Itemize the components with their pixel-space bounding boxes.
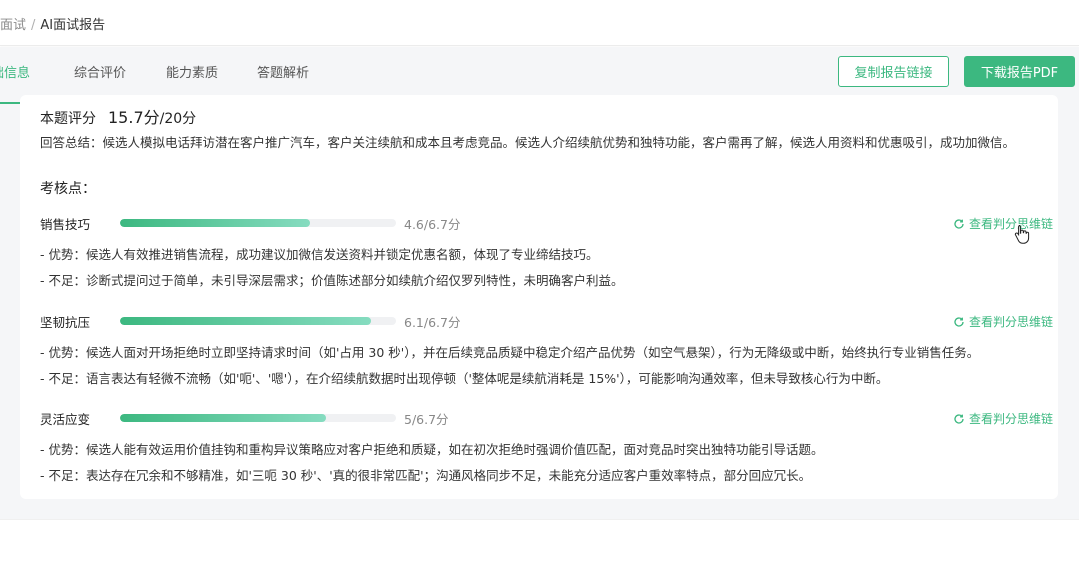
breadcrumb-current: AI面试报告	[40, 18, 106, 33]
assessment-progress-bar	[120, 317, 396, 325]
tab-label: 基础信息	[0, 66, 31, 81]
assessment-name: 销售技巧	[40, 217, 91, 232]
refresh-icon	[954, 316, 964, 327]
tab-basic-info[interactable]: 基础信息	[0, 62, 31, 104]
score-value: 15.7分	[108, 108, 160, 127]
assessment-progress-fill	[120, 317, 372, 325]
refresh-icon	[954, 218, 964, 229]
assessment-score: 4.6/6.7分	[404, 217, 461, 232]
assessment-weakness: - 不足：诊断式提问过于简单，未引导深层需求；价值陈述部分如续航介绍仅罗列特性，…	[40, 273, 624, 288]
question-score: 本题评分 15.7分 /20分	[40, 104, 196, 128]
view-reasoning-link[interactable]: 查看判分思维链	[953, 410, 1053, 427]
assessment-strength: - 优势：候选人面对开场拒绝时立即坚持请求时间（如'占用 30 秒'），并在后续…	[40, 345, 980, 360]
page-footer-area	[0, 519, 1079, 566]
assessment-name: 灵活应变	[40, 412, 91, 427]
score-label: 本题评分	[40, 111, 96, 127]
breadcrumb: 面试 / AI面试报告	[0, 14, 105, 33]
assessment-progress-bar	[120, 219, 396, 227]
breadcrumb-prev[interactable]: 面试	[0, 18, 26, 33]
tab-active-indicator	[0, 102, 22, 104]
assessment-name: 坚韧抗压	[40, 315, 91, 330]
view-reasoning-link[interactable]: 查看判分思维链	[953, 215, 1053, 232]
view-reasoning-link[interactable]: 查看判分思维链	[953, 313, 1053, 330]
assessment-score: 5/6.7分	[404, 412, 449, 427]
assessment-weakness: - 不足：语言表达有轻微不流畅（如'呃'、'嗯'），在介绍续航数据时出现停顿（'…	[40, 371, 889, 386]
assessment-progress-fill	[120, 219, 310, 227]
assessment-score: 6.1/6.7分	[404, 315, 461, 330]
tab-overall-evaluation[interactable]: 综合评价	[74, 62, 126, 81]
breadcrumb-separator: /	[31, 18, 36, 33]
assessment-progress-fill	[120, 414, 326, 422]
hand-cursor-icon	[1014, 225, 1030, 244]
answer-summary: 回答总结：候选人模拟电话拜访潜在客户推广汽车，客户关注续航和成本且考虑竞品。候选…	[40, 135, 1016, 150]
top-bar: 面试 / AI面试报告	[0, 0, 1079, 46]
download-pdf-button[interactable]: 下载报告PDF	[964, 56, 1075, 87]
copy-report-link-button[interactable]: 复制报告链接	[838, 56, 949, 87]
refresh-icon	[954, 413, 964, 424]
tab-answer-analysis[interactable]: 答题解析	[257, 62, 309, 81]
assessment-points-title: 考核点：	[40, 181, 96, 197]
tab-competency[interactable]: 能力素质	[166, 62, 218, 81]
view-reasoning-label: 查看判分思维链	[969, 412, 1054, 426]
view-reasoning-label: 查看判分思维链	[969, 315, 1054, 329]
assessment-weakness: - 不足：表达存在冗余和不够精准，如'三呃 30 秒'、'真的很非常匹配'；沟通…	[40, 468, 812, 483]
assessment-strength: - 优势：候选人能有效运用价值挂钩和重构异议策略应对客户拒绝和质疑，如在初次拒绝…	[40, 442, 824, 457]
assessment-progress-bar	[120, 414, 396, 422]
view-reasoning-label: 查看判分思维链	[969, 217, 1054, 231]
score-total: /20分	[159, 111, 197, 127]
assessment-strength: - 优势：候选人有效推进销售流程，成功建议加微信发送资料并锁定优惠名额，体现了专…	[40, 247, 599, 262]
